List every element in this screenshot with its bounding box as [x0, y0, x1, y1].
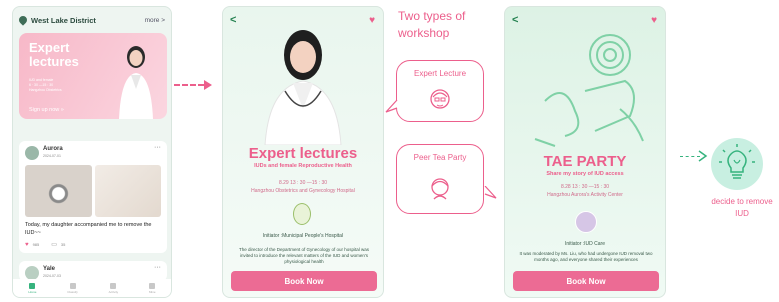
location-header: West Lake District more > [17, 13, 165, 27]
doctor-illustration [119, 46, 153, 119]
workshop-types-title: Two types of workshop [398, 9, 466, 40]
iud-illustration [534, 34, 644, 147]
banner-detail-3: Hangzhou Obstetrics [29, 88, 62, 92]
favorite-heart-icon[interactable]: ♥ [369, 15, 375, 26]
flow-arrow-line [680, 156, 700, 157]
tab-home[interactable]: Home [28, 282, 37, 294]
event-description: It was moderated by Ms. Liu, who had und… [519, 251, 653, 262]
tab-label: Classify [67, 289, 78, 294]
hospital-logo-icon [293, 203, 311, 225]
event-description: The director of the Department of Gyneco… [238, 247, 370, 264]
comment-count: 35 [60, 242, 66, 247]
tea-party-detail-screen: < ♥ TAE PARTY Share my story of IUD acce… [504, 6, 666, 298]
tab-label: Activity [108, 289, 119, 294]
comment-icon[interactable]: ▭ [51, 241, 57, 248]
flow-arrow-line [174, 84, 204, 86]
event-time: 8.28 13 : 30 —15 : 30 [560, 184, 610, 190]
lecture-detail-screen: < ♥ Expert lectures IUDs and female Repr… [222, 6, 384, 298]
post-date: 2024-07-01 [43, 154, 61, 158]
bottom-tab-bar: Home Classify Activity Mine [13, 279, 171, 297]
flow-arrowhead [204, 80, 212, 90]
event-subtitle: IUDs and female Reproductive Health [254, 163, 352, 169]
lecturer-icon [430, 89, 450, 109]
location-pin-icon [17, 14, 29, 26]
heart-icon[interactable]: ♥ [25, 242, 29, 248]
post-card[interactable]: Aurora 2024-07-01 ··· Today, my daughter… [19, 141, 167, 253]
event-time-place: 8.28 13 : 30 —15 : 30 Hangzhou Aurora's … [505, 183, 665, 199]
avatar[interactable] [25, 146, 39, 160]
event-place: Hangzhou Obstetrics and Gynecology Hospi… [251, 188, 355, 194]
idea-badge [711, 138, 763, 190]
home-icon [29, 282, 36, 289]
banner-title-line1: Expert [29, 40, 70, 55]
tab-activity[interactable]: Activity [108, 282, 119, 294]
peer-tea-party-bubble: Peer Tea Party [396, 144, 484, 214]
tab-mine[interactable]: Mine [149, 282, 156, 294]
banner-title-line2: lectures [29, 54, 79, 69]
back-icon[interactable]: < [230, 14, 236, 26]
event-initiator: Initiator :Municipal People's Hospital [262, 233, 344, 239]
signup-link[interactable]: Sign up now » [29, 107, 64, 113]
profile-icon [149, 282, 156, 289]
location-title: West Lake District [31, 15, 96, 25]
event-time-place: 8.29 13 : 30 —15 : 30 Hangzhou Obstetric… [223, 179, 383, 195]
banner-details: IUD and female 6 · 30 —15 : 30 Hangzhou … [29, 78, 62, 93]
flow-arrowhead [698, 150, 708, 162]
post-author: Yale [43, 266, 56, 272]
post-stats: ♥ 985 ▭ 35 [25, 241, 66, 249]
expert-lecture-banner[interactable]: Expert lectures IUD and female 6 · 30 —1… [19, 33, 167, 119]
post-card[interactable]: Yale 2024-07-03 ··· [19, 261, 167, 281]
avatar[interactable] [25, 266, 39, 280]
banner-title: Expert lectures [29, 41, 79, 69]
event-initiator: Initiator :IUD Care [564, 241, 605, 247]
tab-label: Mine [149, 289, 156, 294]
tab-label: Home [28, 289, 37, 294]
post-date: 2024-07-03 [43, 274, 61, 278]
decision-caption: decide to remove IUD [711, 197, 773, 218]
like-count: 985 [32, 242, 40, 247]
community-screen: West Lake District more > Expert lecture… [12, 6, 172, 298]
event-subtitle: Share my story of IUD access [546, 171, 624, 177]
bubble-tail-icon [484, 186, 497, 199]
post-images [25, 165, 161, 217]
more-link[interactable]: more > [145, 17, 165, 24]
more-options-icon[interactable]: ··· [154, 144, 161, 151]
event-time: 8.29 13 : 30 —15 : 30 [278, 180, 328, 186]
post-author: Aurora [43, 146, 63, 152]
book-now-button[interactable]: Book Now [231, 271, 377, 291]
bubble-label: Expert Lecture [413, 69, 467, 78]
ring-photo[interactable] [25, 165, 92, 217]
activity-icon [110, 282, 117, 289]
event-title: TAE PARTY [543, 153, 627, 170]
tab-classify[interactable]: Classify [67, 282, 78, 294]
event-place: Hangzhou Aurora's Activity Center [547, 192, 623, 198]
expert-lecture-bubble: Expert Lecture [396, 60, 484, 122]
back-icon[interactable]: < [512, 14, 518, 26]
peer-icon [431, 178, 449, 200]
classify-icon [69, 282, 76, 289]
event-title: Expert lectures [248, 145, 358, 162]
bubble-label: Peer Tea Party [413, 153, 467, 162]
bubble-tail-icon [385, 100, 398, 113]
document-photo[interactable] [94, 165, 161, 217]
lightbulb-icon [719, 144, 755, 179]
book-now-button[interactable]: Book Now [513, 271, 659, 291]
post-text: Today, my daughter accompanied me to rem… [25, 222, 152, 236]
more-options-icon[interactable]: ··· [154, 264, 161, 271]
avatar [575, 211, 597, 233]
doctor-portrait [264, 30, 342, 145]
